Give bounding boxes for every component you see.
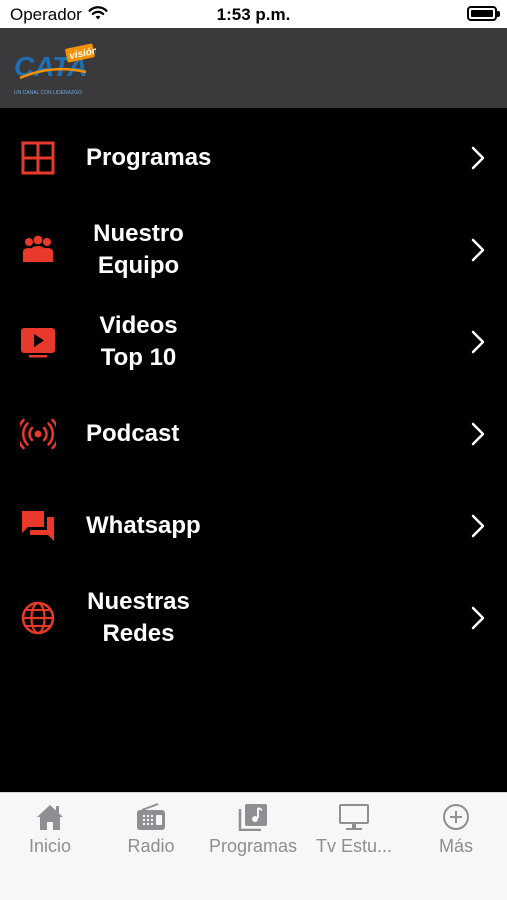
menu-item-label: Nuestro Equipo: [93, 220, 184, 279]
menu-item-podcast[interactable]: Podcast: [0, 388, 507, 480]
status-bar: Operador 1:53 p.m.: [0, 0, 507, 28]
chevron-right-icon: [471, 146, 485, 170]
tv-monitor-icon: [339, 804, 369, 830]
plus-circle-icon: [443, 804, 469, 830]
tab-label: Más: [438, 836, 473, 856]
tab-mas[interactable]: Más: [406, 793, 506, 863]
menu-item-nuestras-redes[interactable]: Nuestras Redes: [0, 572, 507, 664]
chevron-right-icon: [471, 330, 485, 354]
grid-icon: [21, 141, 55, 175]
menu-item-videos-top-10[interactable]: Videos Top 10: [0, 296, 507, 388]
menu-item-programas[interactable]: Programas: [0, 112, 507, 204]
radio-icon: [137, 803, 165, 830]
menu-item-label: Videos Top 10: [99, 312, 178, 371]
broadcast-icon: [20, 418, 56, 450]
music-library-icon: [238, 804, 267, 831]
menu-item-label: Whatsapp: [86, 512, 201, 539]
menu-item-nuestro-equipo[interactable]: Nuestro Equipo: [0, 204, 507, 296]
tab-inicio[interactable]: Inicio: [0, 793, 100, 863]
menu-item-label: Nuestras Redes: [87, 588, 190, 647]
group-icon: [23, 235, 53, 262]
globe-icon: [21, 601, 55, 635]
chat-bubbles-icon: [22, 511, 54, 541]
chevron-right-icon: [471, 238, 485, 262]
tab-programas[interactable]: Programas: [203, 793, 303, 863]
tab-tv-estudio[interactable]: Tv Estu...: [304, 793, 404, 863]
battery-icon: [467, 6, 500, 21]
menu-item-whatsapp[interactable]: Whatsapp: [0, 480, 507, 572]
tab-radio[interactable]: Radio: [101, 793, 201, 863]
play-video-icon: [21, 328, 55, 358]
logo-tagline: UN CANAL CON LIDERAZGO: [14, 90, 82, 96]
menu-item-label: Podcast: [86, 420, 180, 447]
catavision-logo[interactable]: CATA visión UN CANAL CON LIDERAZGO: [12, 42, 96, 98]
chevron-right-icon: [471, 422, 485, 446]
clock: 1:53 p.m.: [216, 5, 291, 24]
app-header: CATA visión UN CANAL CON LIDERAZGO: [0, 28, 507, 108]
chevron-right-icon: [471, 606, 485, 630]
menu-item-label: Programas: [86, 144, 212, 171]
home-icon: [37, 805, 63, 830]
side-menu: Programas Nuestro Equipo Videos Top 10 P…: [0, 108, 507, 792]
tab-bar: Inicio Radio Programas Tv Estu... Más: [0, 792, 507, 900]
chevron-right-icon: [471, 514, 485, 538]
